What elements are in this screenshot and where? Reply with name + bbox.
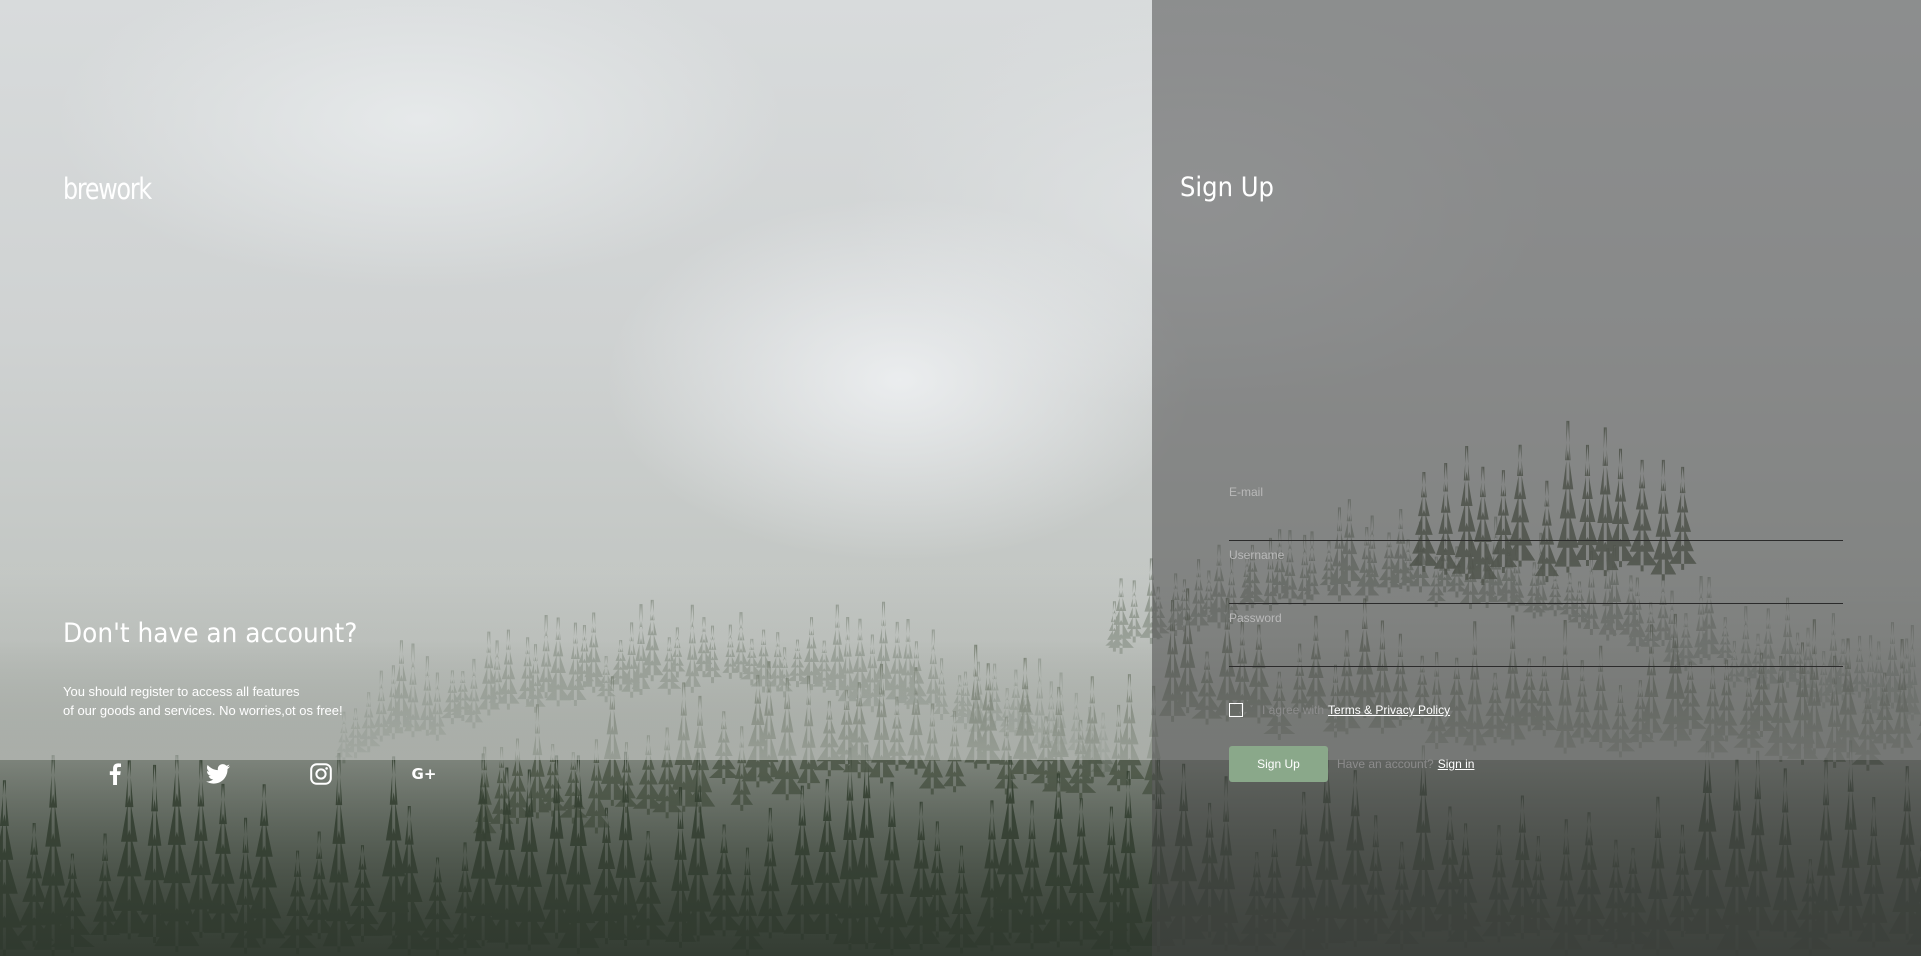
password-field-group: Password	[1229, 604, 1843, 667]
promo-heading: Don't have an account?	[63, 618, 358, 649]
left-panel: brework Don't have an account? You shoul…	[0, 0, 1152, 956]
promo-description: You should register to access all featur…	[63, 682, 383, 720]
terms-row: I agree with Terms & Privacy Policy	[1229, 700, 1843, 720]
twitter-glyph	[206, 764, 230, 784]
password-label: Password	[1229, 611, 1282, 625]
facebook-icon[interactable]	[95, 758, 135, 790]
username-field-group: Username	[1229, 541, 1843, 604]
agree-text: I agree with	[1262, 703, 1325, 717]
terms-checkbox[interactable]	[1229, 703, 1243, 717]
signup-button[interactable]: Sign Up	[1229, 746, 1328, 782]
terms-link[interactable]: Terms & Privacy Policy	[1328, 703, 1450, 717]
email-field-group: E-mail	[1229, 478, 1843, 541]
twitter-icon[interactable]	[198, 758, 238, 790]
promo-line-2: of our goods and services. No worries,ot…	[63, 703, 343, 718]
email-field[interactable]	[1229, 512, 1843, 538]
facebook-glyph	[109, 763, 121, 785]
action-row: Sign Up Have an account? Sign in	[1229, 746, 1843, 782]
signup-panel: Sign Up E-mail Username Password I agree…	[1152, 0, 1921, 956]
signup-title: Sign Up	[1180, 172, 1274, 203]
google-plus-icon[interactable]: G+	[404, 758, 444, 790]
google-plus-glyph: G+	[411, 765, 437, 783]
brand-logo[interactable]: brework	[63, 172, 152, 206]
promo-line-1: You should register to access all featur…	[63, 684, 300, 699]
instagram-icon[interactable]	[301, 758, 341, 790]
username-field[interactable]	[1229, 575, 1843, 601]
password-field[interactable]	[1229, 638, 1843, 664]
signin-link[interactable]: Sign in	[1438, 757, 1475, 771]
page: brework Don't have an account? You shoul…	[0, 0, 1921, 956]
have-account-text: Have an account?	[1337, 757, 1434, 771]
username-label: Username	[1229, 548, 1285, 562]
signup-form: E-mail Username Password I agree with Te…	[1229, 478, 1843, 782]
social-links: G+	[95, 758, 455, 790]
email-label: E-mail	[1229, 485, 1264, 499]
instagram-glyph	[310, 763, 332, 785]
